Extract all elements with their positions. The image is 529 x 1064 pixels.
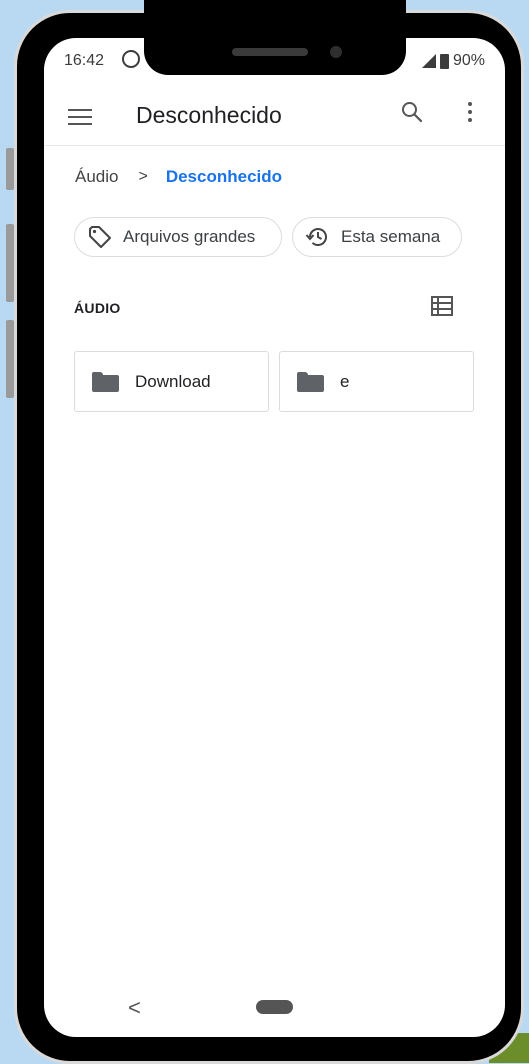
more-options-icon[interactable] <box>466 102 474 126</box>
chip-label: Esta semana <box>341 227 441 246</box>
folder-name: e <box>340 371 350 391</box>
page-title: Desconhecido <box>136 102 282 128</box>
side-button-top <box>6 148 14 190</box>
volume-up-button <box>6 224 14 302</box>
app-bar: Desconhecido <box>44 100 505 146</box>
status-right: 90% <box>421 52 485 70</box>
folder-icon <box>297 371 324 392</box>
breadcrumb: Áudio > Desconhecido <box>75 166 282 188</box>
folder-item[interactable]: Download <box>74 351 269 412</box>
app-bar-divider <box>44 145 505 146</box>
folder-name: Download <box>135 371 211 391</box>
folder-icon <box>92 371 119 392</box>
breadcrumb-chevron-icon: > <box>138 168 148 185</box>
chip-label: Arquivos grandes <box>123 227 256 246</box>
filter-chip-large-files[interactable]: Arquivos grandes <box>74 217 282 257</box>
volume-down-button <box>6 320 14 398</box>
folder-item[interactable]: e <box>279 351 474 412</box>
battery-percent: 90% <box>452 52 485 69</box>
speaker-grille <box>232 48 308 56</box>
breadcrumb-current: Desconhecido <box>165 167 283 186</box>
tag-icon <box>89 226 111 248</box>
menu-icon[interactable] <box>68 109 92 127</box>
screen: 16:42 90% Desconhecido Áudio > Desconhec… <box>44 38 505 1037</box>
filter-chip-this-week[interactable]: Esta semana <box>292 217 462 257</box>
history-icon <box>305 228 327 246</box>
status-time: 16:42 <box>64 52 105 69</box>
back-icon[interactable]: < <box>128 995 141 1021</box>
section-title: ÁUDIO <box>74 300 121 316</box>
home-pill[interactable] <box>256 1000 293 1014</box>
front-camera <box>330 46 342 58</box>
phone-notch <box>144 0 406 75</box>
whatsapp-notification-icon <box>122 50 140 68</box>
search-icon[interactable] <box>400 100 424 124</box>
list-view-icon[interactable] <box>431 296 453 316</box>
breadcrumb-root[interactable]: Áudio <box>75 166 118 188</box>
signal-icon <box>421 54 436 68</box>
battery-icon <box>439 53 449 69</box>
